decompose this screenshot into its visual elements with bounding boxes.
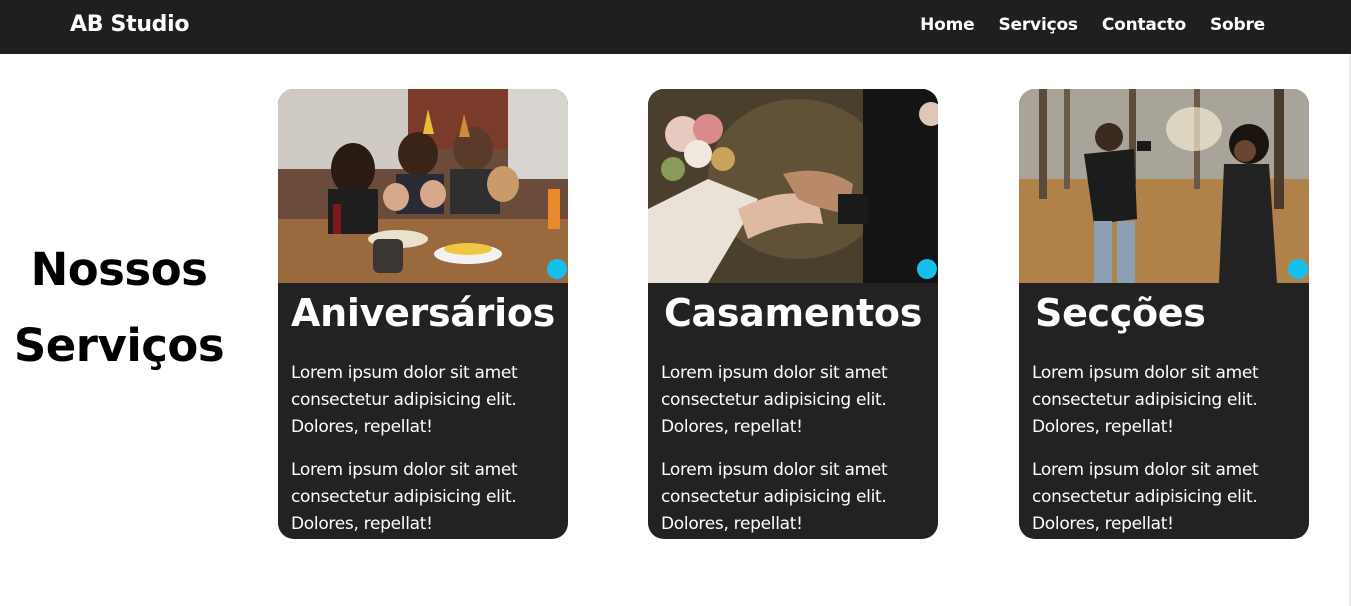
card-title: Secções — [1035, 291, 1206, 335]
service-card-seccoes[interactable]: Secções Lorem ipsum dolor sit amet conse… — [1019, 89, 1309, 539]
nav-links: Home Serviços Contacto Sobre — [920, 15, 1265, 35]
accent-dot — [547, 259, 567, 279]
card-image-photoshoot — [1019, 89, 1309, 283]
section-title: Nossos Serviços — [0, 232, 238, 384]
nav-link-servicos[interactable]: Serviços — [999, 15, 1079, 35]
accent-dot — [1288, 259, 1308, 279]
card-paragraph: Lorem ipsum dolor sit amet consectetur a… — [661, 460, 888, 534]
card-paragraph: Lorem ipsum dolor sit amet consectetur a… — [291, 460, 518, 534]
section-title-line1: Nossos — [30, 243, 208, 296]
card-paragraph: Lorem ipsum dolor sit amet consectetur a… — [1032, 363, 1259, 437]
card-image-wedding — [648, 89, 938, 283]
card-image-birthday — [278, 89, 568, 283]
card-title: Aniversários — [291, 291, 555, 335]
service-card-aniversarios[interactable]: Aniversários Lorem ipsum dolor sit amet … — [278, 89, 568, 539]
section-title-line2: Serviços — [13, 319, 225, 372]
nav-link-home[interactable]: Home — [920, 15, 975, 35]
wedding-hands-photo — [648, 89, 938, 283]
card-paragraph: Lorem ipsum dolor sit amet consectetur a… — [1032, 460, 1259, 534]
photoshoot-forest-photo — [1019, 89, 1309, 283]
accent-dot — [917, 259, 937, 279]
nav-link-sobre[interactable]: Sobre — [1210, 15, 1265, 35]
service-card-casamentos[interactable]: Casamentos Lorem ipsum dolor sit amet co… — [648, 89, 938, 539]
card-paragraph: Lorem ipsum dolor sit amet consectetur a… — [291, 363, 518, 437]
brand-logo[interactable]: AB Studio — [70, 12, 189, 37]
navbar: AB Studio Home Serviços Contacto Sobre — [0, 0, 1351, 54]
card-title: Casamentos — [663, 291, 923, 335]
birthday-party-photo — [278, 89, 568, 283]
nav-link-contacto[interactable]: Contacto — [1102, 15, 1186, 35]
card-paragraph: Lorem ipsum dolor sit amet consectetur a… — [661, 363, 888, 437]
